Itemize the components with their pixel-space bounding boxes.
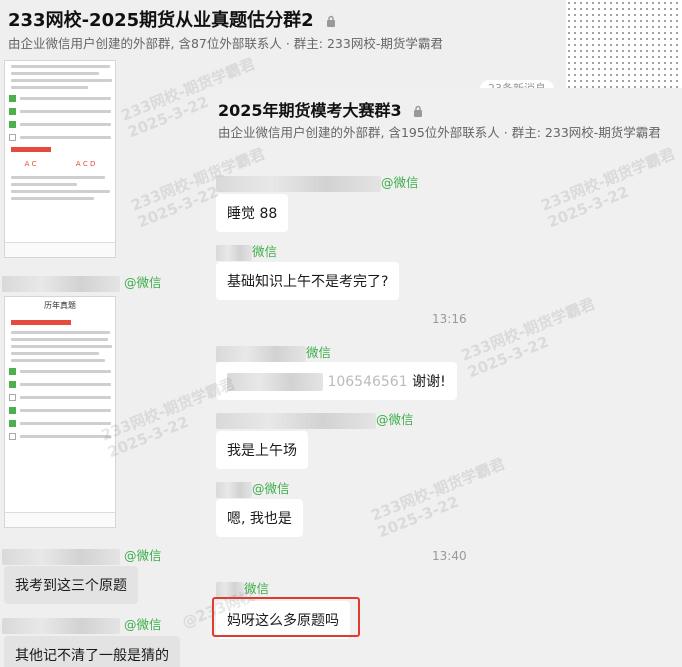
sender-name: 微信 [216,578,269,598]
message-bubble[interactable]: 睡觉 88 [216,194,289,232]
phone-number-partial: 106546561 [327,374,408,390]
sender-name: @微信 [216,409,414,429]
thumb-nav-bar [5,242,115,257]
sender-name: 微信 [216,342,331,362]
sender-name: @微信 [2,545,162,565]
message-bubble[interactable]: 其他记不清了一般是猜的 [4,636,180,667]
message-bubble[interactable]: 我考到这三个原题 [4,566,138,604]
sender-name: @微信 [216,478,290,498]
message-bubble[interactable]: 106546561 谢谢! [216,362,457,400]
timestamp: 13:40 [432,549,467,563]
background-pattern [566,0,682,95]
back-chat-subtitle: 由企业微信用户创建的外部群, 含87位外部联系人 · 群主: 233网校-期货学… [8,36,443,51]
timestamp: 13:16 [432,312,467,326]
lock-icon [413,102,423,121]
sender-name: 微信 [216,241,277,261]
front-chat-subtitle: 由企业微信用户创建的外部群, 含195位外部联系人 · 群主: 233网校-期货… [218,125,661,140]
message-bubble[interactable]: 我是上午场 [216,431,308,469]
sender-name: @微信 [2,272,162,292]
answer-row: A C A C D [24,160,96,168]
lock-icon [326,11,336,32]
thumb-nav-bar [5,512,115,527]
message-bubble[interactable]: 基础知识上午不是考完了? [216,262,400,300]
sender-name: @微信 [216,172,419,192]
back-chat-title: 233网校-2025期货从业真题估分群2 [8,6,336,32]
screenshot-image-1[interactable]: A C A C D [4,60,116,258]
highlight-box [212,597,360,637]
message-bubble[interactable]: 嗯, 我也是 [216,499,303,537]
front-chat-title: 2025年期货模考大赛群3 [218,97,423,121]
answer-tag [11,147,51,152]
sender-name: @微信 [2,614,162,634]
screenshot-image-2[interactable]: 历年真题 [4,296,116,528]
